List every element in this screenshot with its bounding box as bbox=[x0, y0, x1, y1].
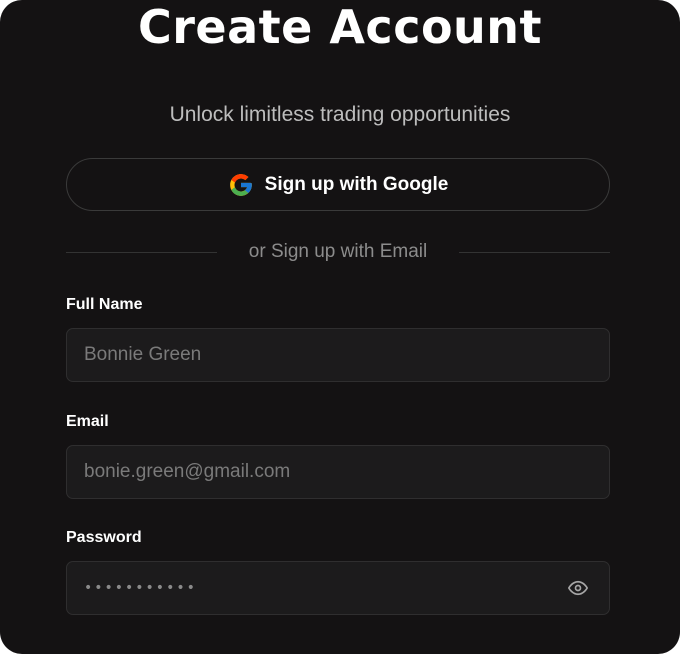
password-input[interactable]: ••••••••••• bbox=[84, 580, 567, 596]
password-field[interactable]: ••••••••••• bbox=[66, 561, 610, 615]
divider-line-left bbox=[66, 251, 217, 253]
email-divider: or Sign up with Email bbox=[66, 238, 610, 266]
divider-text: or Sign up with Email bbox=[248, 241, 428, 262]
email-input[interactable] bbox=[84, 461, 593, 483]
google-signup-label: Sign up with Google bbox=[264, 173, 449, 195]
google-logo-icon bbox=[229, 173, 252, 196]
signup-card: Create Account Unlock limitless trading … bbox=[0, 0, 680, 654]
google-signup-button[interactable]: Sign up with Google bbox=[66, 158, 610, 211]
page-subtitle: Unlock limitless trading opportunities bbox=[169, 103, 511, 126]
eye-icon bbox=[568, 580, 588, 596]
full-name-field-wrapper bbox=[66, 328, 610, 382]
email-field-wrapper bbox=[66, 445, 610, 499]
full-name-input[interactable] bbox=[84, 344, 593, 366]
divider-line-right bbox=[459, 251, 610, 253]
password-label: Password bbox=[66, 529, 142, 546]
full-name-label: Full Name bbox=[66, 296, 143, 313]
email-label: Email bbox=[66, 413, 109, 430]
password-visibility-toggle[interactable] bbox=[567, 577, 589, 599]
page-title: Create Account bbox=[137, 0, 543, 54]
